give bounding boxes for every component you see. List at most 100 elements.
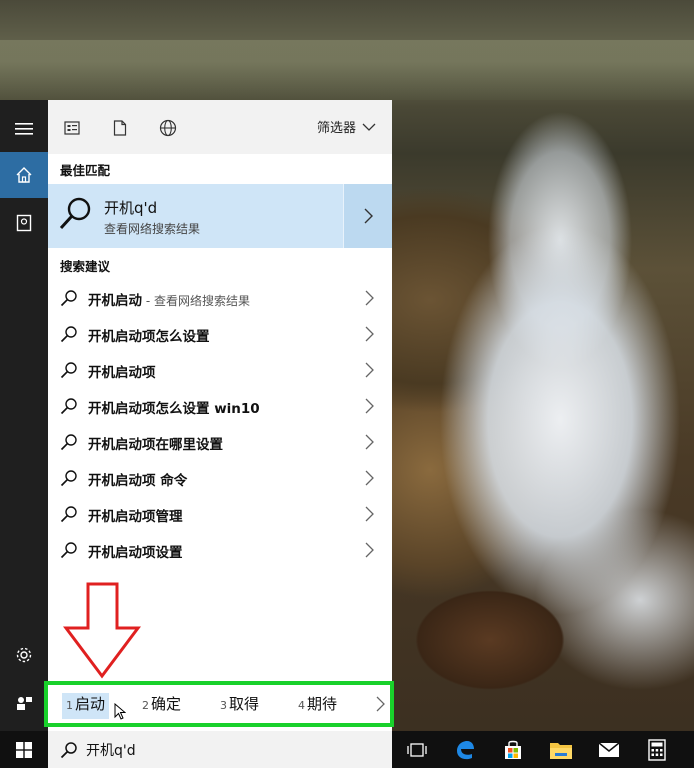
filter-label: 筛选器	[316, 121, 356, 136]
chevron-right-icon	[365, 290, 374, 306]
best-match-title: 开机q'd	[104, 199, 158, 217]
chevron-right-icon	[365, 398, 374, 414]
suggestion-match-text: 开机启动	[88, 545, 142, 561]
suggestion-match-text: 开机启动	[88, 401, 142, 417]
apps-icon	[64, 121, 80, 135]
ime-candidate-text: 取得	[229, 695, 260, 713]
search-suggestion-item[interactable]: 开机启动项管理	[48, 496, 392, 532]
chevron-right-icon	[364, 208, 373, 224]
mail-button[interactable]	[586, 731, 632, 768]
settings-button[interactable]	[0, 632, 48, 678]
edge-icon	[457, 740, 474, 759]
red-down-arrow	[63, 582, 141, 679]
ime-candidate-text: 确定	[151, 695, 182, 713]
notebook-icon	[16, 214, 32, 232]
notebook-button[interactable]	[0, 200, 48, 246]
suggestion-match-text: 开机启动	[88, 293, 142, 309]
task-view-button[interactable]	[394, 731, 440, 768]
suggestion-text: 开机启动项	[88, 361, 156, 381]
suggestion-match-text: 开机启动	[88, 365, 142, 381]
search-suggestion-item[interactable]: 开机启动项	[48, 352, 392, 388]
suggestion-text: 开机启动项在哪里设置	[88, 433, 223, 453]
chevron-right-icon	[365, 506, 374, 522]
suggestion-text: 开机启动项怎么设置 win10	[88, 397, 260, 417]
chevron-right-icon	[365, 362, 374, 378]
search-icon	[60, 742, 77, 759]
hamburger-icon	[15, 123, 33, 135]
suggestion-rest-text: 项在哪里设置	[142, 437, 223, 453]
search-icon	[60, 470, 77, 487]
file-explorer-button[interactable]	[538, 731, 584, 768]
feedback-icon	[17, 697, 32, 710]
filter-dropdown[interactable]: 筛选器	[317, 117, 376, 136]
document-icon	[113, 120, 127, 136]
ime-candidate-text: 启动	[75, 695, 106, 713]
ime-candidate[interactable]: 1 启动	[62, 693, 110, 719]
home-icon	[16, 167, 32, 183]
suggestion-text: 开机启动项 命令	[88, 469, 187, 489]
hamburger-menu-button[interactable]	[0, 106, 48, 152]
ime-candidate-number: 4	[298, 699, 305, 712]
chevron-right-icon	[365, 326, 374, 342]
search-suggestion-item[interactable]: 开机启动 - 查看网络搜索结果	[48, 280, 392, 316]
suggestions-header: 搜索建议	[60, 259, 111, 274]
ime-candidate-number: 2	[142, 699, 149, 712]
chevron-right-icon	[376, 696, 385, 712]
ime-candidate-number: 1	[66, 699, 73, 712]
chevron-right-icon	[365, 434, 374, 450]
globe-icon	[159, 119, 177, 137]
calculator-button[interactable]	[634, 731, 680, 768]
task-view-icon	[407, 742, 427, 757]
best-match-expand-button[interactable]	[343, 184, 392, 248]
edge-button[interactable]	[442, 731, 488, 768]
search-suggestion-item[interactable]: 开机启动项怎么设置 win10	[48, 388, 392, 424]
search-icon	[60, 362, 77, 379]
chevron-right-icon	[365, 542, 374, 558]
suggestion-rest-text: 项 命令	[142, 473, 188, 489]
windows-logo-icon	[16, 741, 32, 758]
suggestion-rest-text: 项怎么设置 win10	[142, 401, 260, 417]
store-button[interactable]	[490, 731, 536, 768]
suggestion-match-text: 开机启动	[88, 509, 142, 525]
suggestion-rest-text: 项设置	[142, 545, 183, 561]
suggestion-text: 开机启动 - 查看网络搜索结果	[88, 289, 250, 309]
ime-candidate-number: 3	[220, 699, 227, 712]
search-icon	[60, 398, 77, 415]
suggestion-rest-text: 项管理	[142, 509, 183, 525]
search-input[interactable]: 开机q'd	[86, 740, 136, 760]
search-icon	[59, 197, 91, 230]
ime-candidate[interactable]: 2 确定	[142, 693, 181, 719]
documents-filter-button[interactable]	[110, 118, 130, 138]
suggestion-text: 开机启动项设置	[88, 541, 183, 561]
ime-candidate[interactable]: 4 期待	[298, 693, 337, 719]
best-match-result[interactable]: 开机q'd 查看网络搜索结果	[48, 184, 392, 248]
wallpaper-water	[0, 40, 694, 100]
search-icon	[60, 506, 77, 523]
chevron-down-icon	[362, 123, 376, 131]
ime-next-page-button[interactable]	[370, 685, 390, 723]
web-filter-button[interactable]	[158, 118, 178, 138]
search-suggestion-item[interactable]: 开机启动项怎么设置	[48, 316, 392, 352]
start-button[interactable]	[0, 731, 48, 768]
mail-icon	[598, 741, 620, 757]
apps-filter-button[interactable]	[62, 118, 82, 138]
store-icon	[505, 740, 521, 759]
suggestion-rest-text: 项怎么设置	[142, 329, 210, 345]
suggestion-match-text: 开机启动	[88, 473, 142, 489]
search-icon	[60, 326, 77, 343]
search-suggestion-item[interactable]: 开机启动项在哪里设置	[48, 424, 392, 460]
taskbar-search-box[interactable]: 开机q'd	[48, 731, 392, 768]
suggestion-match-text: 开机启动	[88, 329, 142, 345]
gear-icon	[16, 647, 32, 663]
search-suggestion-item[interactable]: 开机启动项 命令	[48, 460, 392, 496]
suggestion-text: 开机启动项怎么设置	[88, 325, 210, 345]
search-icon	[60, 434, 77, 451]
start-left-rail	[0, 100, 48, 740]
ime-candidate[interactable]: 3 取得	[220, 693, 259, 719]
search-suggestion-item[interactable]: 开机启动项设置	[48, 532, 392, 568]
suggestion-match-text: 开机启动	[88, 437, 142, 453]
file-explorer-icon	[550, 742, 572, 759]
feedback-button[interactable]	[0, 680, 48, 726]
home-button[interactable]	[0, 152, 48, 198]
search-icon	[60, 290, 77, 307]
